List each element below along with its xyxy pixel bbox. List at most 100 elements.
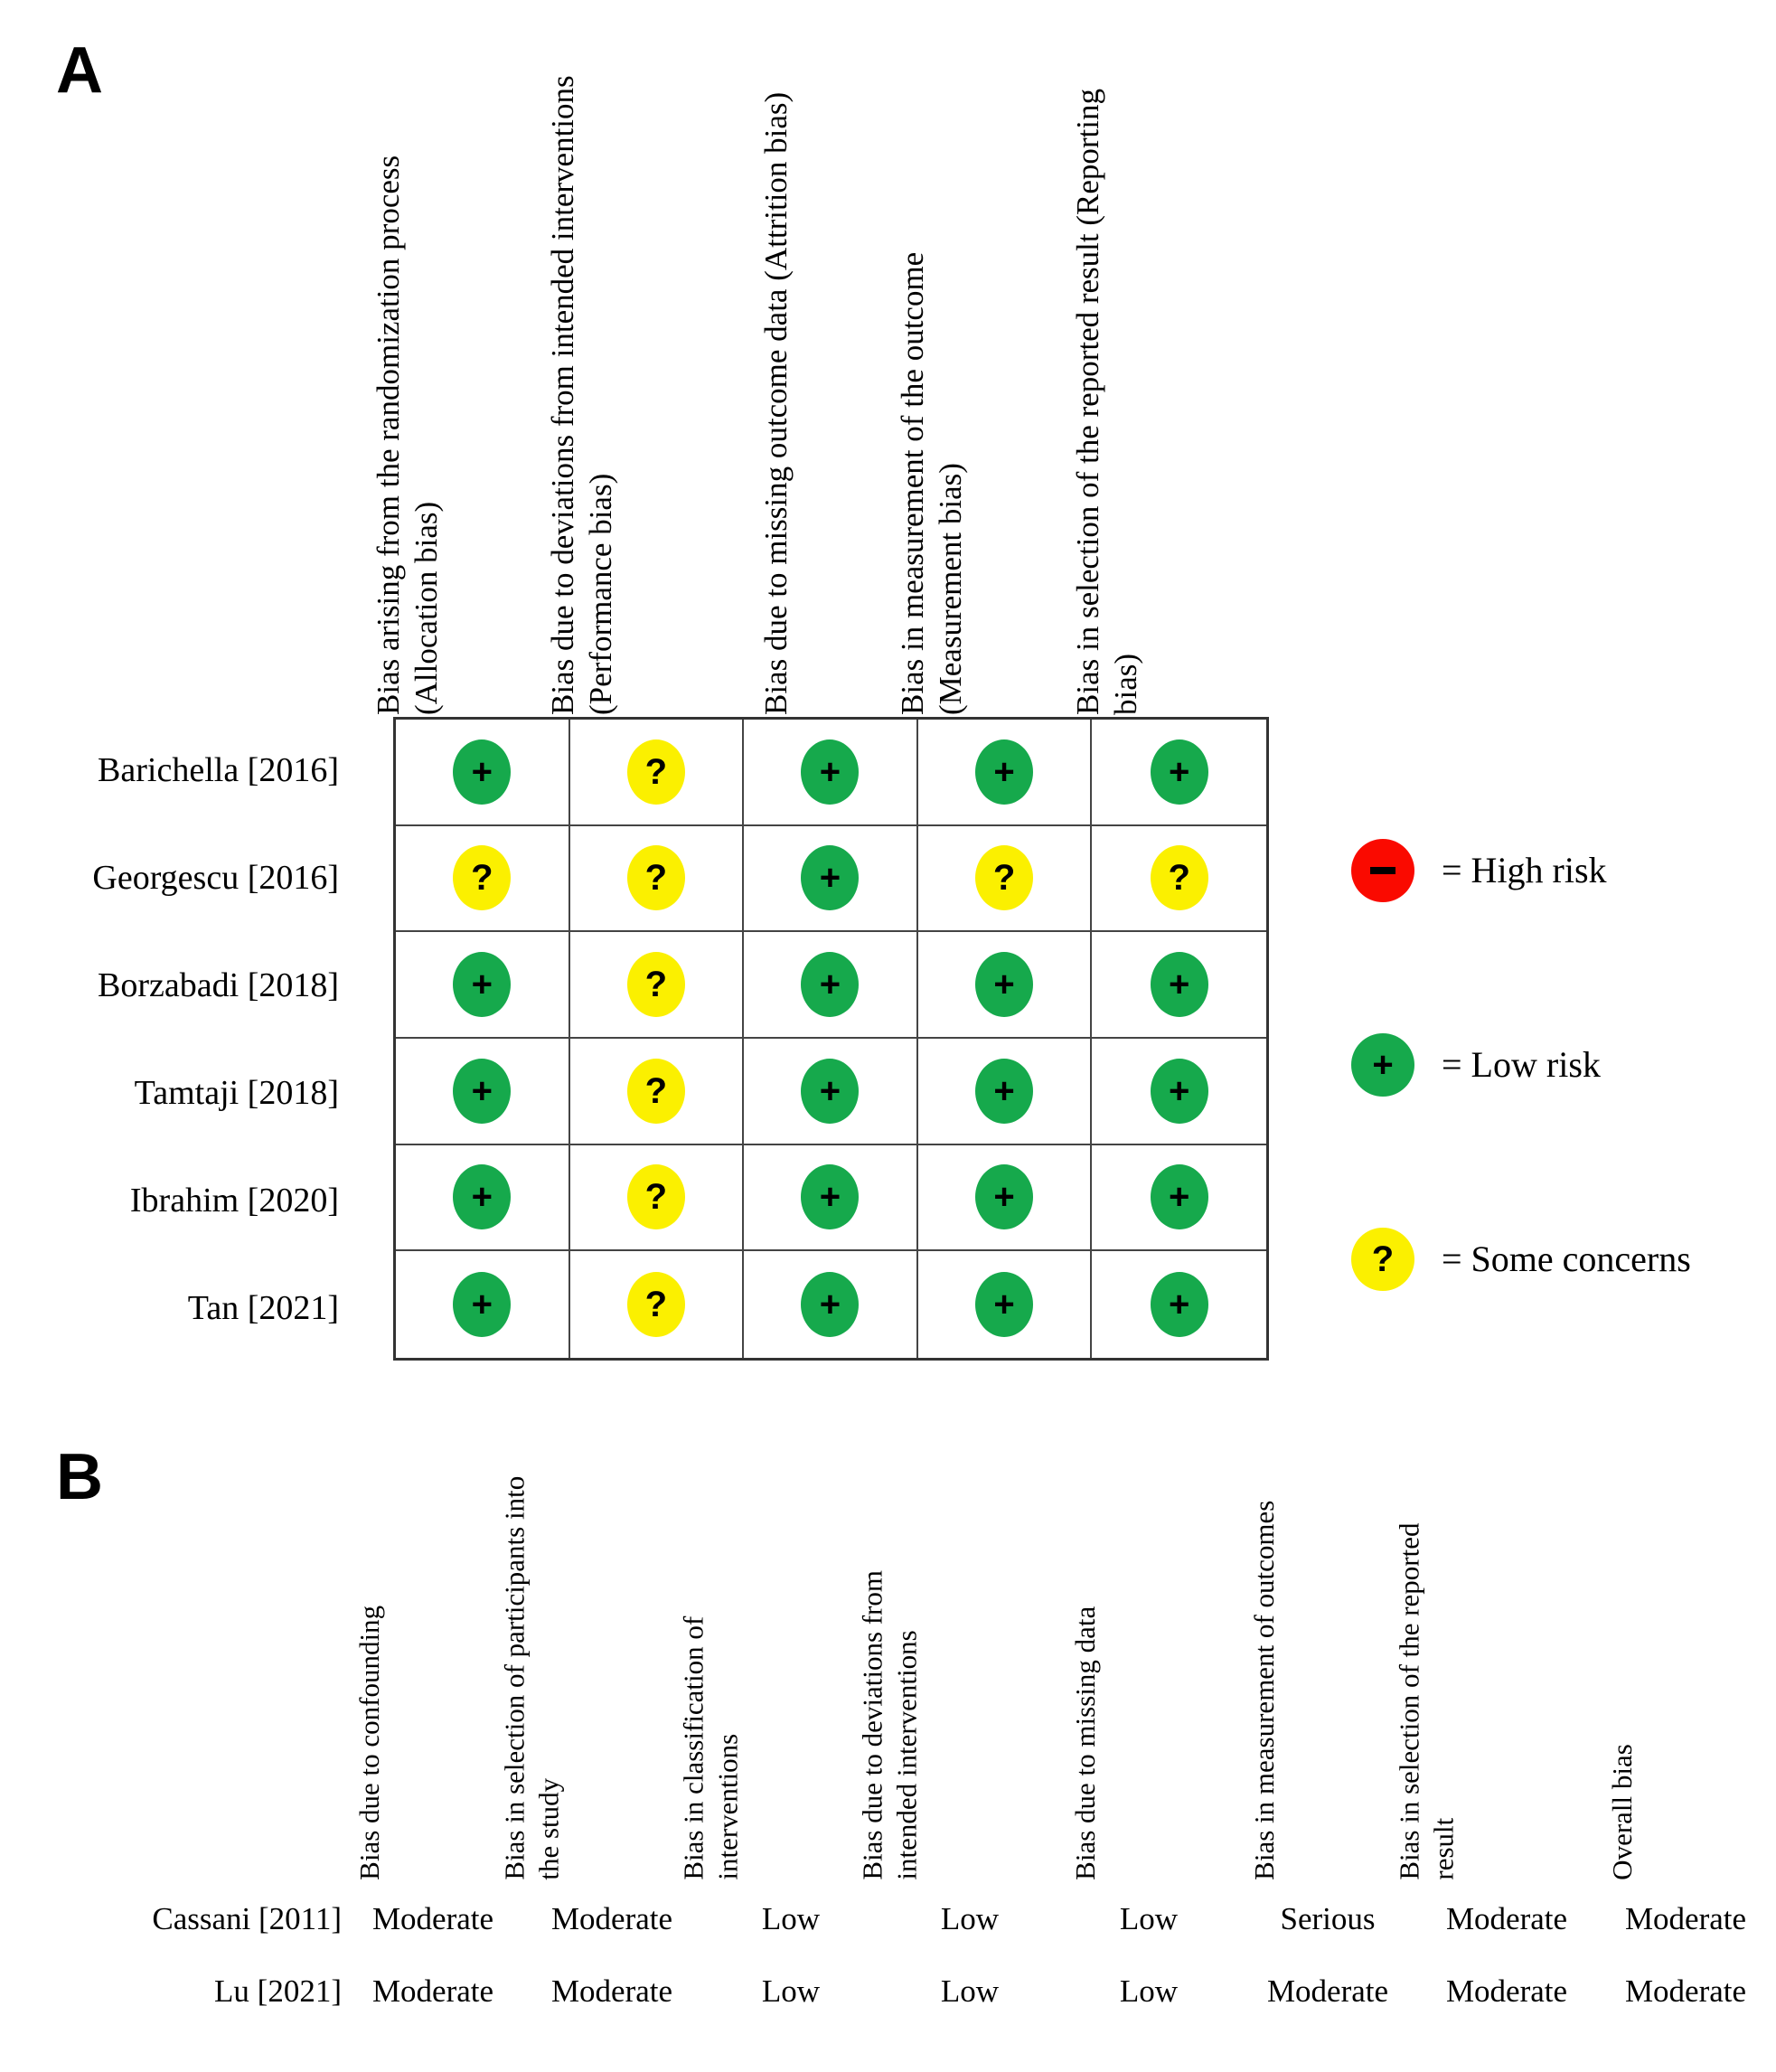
panel-a-label: A [56, 34, 103, 107]
panel-a-column-header-3: Bias in measurement of the outcome (Meas… [895, 251, 968, 715]
panel-b-cell-0-5: Serious [1280, 1901, 1376, 1936]
rob-cell-5-2: + [744, 1251, 918, 1358]
rob-cell-0-3: + [917, 720, 1093, 826]
rob-cell-0-4: + [1092, 720, 1266, 826]
panel-b-study-label-1: Lu [2021] [214, 1973, 342, 2009]
rob-cell-3-0: + [396, 1038, 570, 1145]
panel-b-cell-1-5: Moderate [1266, 1973, 1389, 2009]
panel-b-cell-1-4: Low [1119, 1973, 1179, 2009]
rob-cell-2-0: + [396, 932, 570, 1039]
rob-cell-3-4: + [1092, 1039, 1266, 1145]
panel-a-column-header-2: Bias due to missing outcome data (Attrit… [758, 91, 794, 715]
rob-cell-5-3: + [918, 1251, 1093, 1358]
some-concerns-icon: ? [626, 1058, 685, 1124]
legend-label-some: = Some concerns [1442, 1238, 1691, 1279]
panel-b-column-header-6: Bias in selection of the reported result [1393, 1522, 1460, 1880]
panel-b-column-header-0: Bias due to confounding [353, 1606, 386, 1880]
panel-b-row-0: Cassani [2011] Moderate Moderate Low Low… [0, 1894, 1776, 1945]
some-concerns-icon: ? [1351, 1227, 1414, 1291]
rob-cell-0-0: + [396, 720, 570, 826]
panel-b-cell-0-2: Low [761, 1901, 821, 1936]
panel-b-cell-0-3: Low [940, 1901, 1000, 1936]
panel-b-cell-1-0: Moderate [371, 1973, 494, 2009]
low-risk-icon: + [1150, 952, 1208, 1018]
low-risk-icon: + [801, 952, 860, 1018]
rob-cell-5-0: + [396, 1251, 570, 1358]
rob-cell-1-0: ? [396, 825, 570, 933]
rob-cell-1-4: ? [1092, 826, 1266, 933]
rob-cell-2-3: + [917, 932, 1093, 1039]
rob-cell-4-3: + [917, 1144, 1093, 1252]
rob-cell-2-4: + [1092, 932, 1266, 1039]
rob-cell-2-2: + [744, 932, 918, 1039]
panel-b-cell-1-6: Moderate [1445, 1973, 1568, 2009]
panel-a-column-header-4: Bias in selection of the reported result… [1070, 88, 1143, 715]
rob-cell-0-1: ? [569, 720, 745, 826]
legend-item-low: + = Low risk [1351, 1008, 1691, 1121]
rob-cell-4-2: + [744, 1144, 918, 1252]
panel-a-column-header-1: Bias due to deviations from intended int… [545, 75, 618, 715]
low-risk-icon: + [1150, 739, 1208, 805]
some-concerns-icon: ? [626, 1164, 685, 1230]
panel-b-cell-1-3: Low [940, 1973, 1000, 2009]
panel-a-column-header-0: Bias arising from the randomization proc… [371, 155, 444, 715]
panel-b-row-1: Lu [2021] Moderate Moderate Low Low Low … [0, 1966, 1776, 2017]
panel-a-study-label-2: Borzabadi [2018] [98, 966, 339, 1004]
some-concerns-icon: ? [626, 1272, 685, 1338]
rob-cell-0-2: + [744, 720, 918, 826]
low-risk-icon: + [453, 1164, 512, 1230]
panel-a-study-label-5: Tan [2021] [187, 1289, 339, 1327]
panel-a-study-label-3: Tamtaji [2018] [134, 1074, 339, 1112]
low-risk-icon: + [1150, 1058, 1208, 1124]
low-risk-icon: + [975, 1272, 1034, 1338]
panel-a-study-label-4: Ibrahim [2020] [129, 1182, 339, 1220]
low-risk-icon: + [453, 1272, 512, 1338]
low-risk-icon: + [975, 952, 1034, 1018]
low-risk-icon: + [453, 952, 512, 1018]
some-concerns-icon: ? [626, 952, 685, 1018]
panel-a-study-label-1: Georgescu [2016] [92, 859, 339, 897]
legend: = High risk + = Low risk ? = Some concer… [1351, 814, 1691, 1397]
panel-b-column-header-3: Bias due to deviations from intended int… [856, 1570, 923, 1880]
some-concerns-icon: ? [1150, 845, 1208, 911]
panel-b-cell-0-7: Moderate [1624, 1901, 1747, 1936]
panel-b-cell-1-2: Low [761, 1973, 821, 2009]
panel-b-column-header-5: Bias in measurement of outcomes [1248, 1500, 1281, 1880]
rob-cell-1-2: + [744, 825, 918, 933]
low-risk-icon: + [801, 845, 860, 911]
rob-cell-1-1: ? [569, 825, 745, 933]
some-concerns-icon: ? [626, 845, 685, 911]
low-risk-icon: + [801, 1164, 860, 1230]
legend-label-low: = Low risk [1442, 1044, 1601, 1085]
rob-cell-1-3: ? [917, 825, 1093, 933]
panel-b-cell-0-0: Moderate [371, 1901, 494, 1936]
panel-b-cell-1-1: Moderate [550, 1973, 673, 2009]
low-risk-icon: + [975, 739, 1034, 805]
some-concerns-icon: ? [626, 739, 685, 805]
panel-b-label: B [56, 1441, 103, 1513]
low-risk-icon: + [975, 1058, 1034, 1124]
low-risk-icon: + [1150, 1164, 1208, 1230]
legend-item-some: ? = Some concerns [1351, 1202, 1691, 1315]
some-concerns-icon: ? [975, 845, 1034, 911]
panel-b-column-header-1: Bias in selection of participants into t… [498, 1476, 565, 1880]
low-risk-icon: + [1351, 1032, 1414, 1097]
low-risk-icon: + [1150, 1272, 1208, 1338]
panel-b-cell-0-6: Moderate [1445, 1901, 1568, 1936]
panel-a-column-header-band: Bias arising from the randomization proc… [371, 54, 1269, 717]
rob-cell-3-3: + [917, 1038, 1093, 1145]
legend-label-high: = High risk [1442, 850, 1607, 890]
panel-b-column-header-4: Bias due to missing data [1069, 1606, 1102, 1880]
rob-cell-4-4: + [1092, 1145, 1266, 1252]
low-risk-icon: + [453, 1058, 512, 1124]
risk-of-bias-grid: +? + + +?? +?? +? + + + +? + + + +? + + + +? + + + [393, 717, 1269, 1361]
low-risk-icon: + [801, 739, 860, 805]
legend-item-high: = High risk [1351, 814, 1691, 927]
low-risk-icon: + [453, 739, 512, 805]
high-risk-icon [1351, 838, 1414, 902]
panel-b-column-header-band: Bias due to confounding Bias in selectio… [343, 1465, 1776, 1880]
panel-b-study-label-0: Cassani [2011] [152, 1901, 342, 1936]
panel-b-column-header-2: Bias in classification of interventions [677, 1616, 744, 1880]
panel-b-column-header-7: Overall bias [1606, 1744, 1639, 1880]
rob-cell-4-1: ? [569, 1144, 745, 1252]
